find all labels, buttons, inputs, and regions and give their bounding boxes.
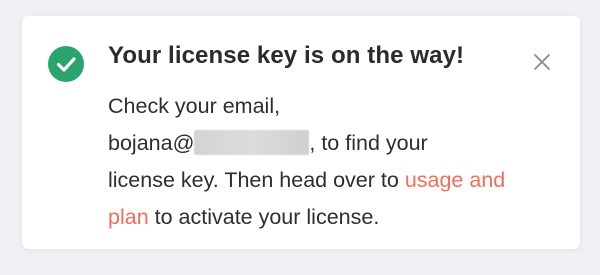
message-after-link: to activate your license. (148, 205, 380, 229)
toast-message: Check your email, bojana@, to find your … (108, 88, 548, 236)
redacted-email (194, 130, 310, 155)
check-circle-icon (48, 46, 84, 82)
email-prefix: bojana@ (108, 131, 195, 155)
close-icon (530, 54, 554, 78)
message-line-3: license key. Then head over to (108, 168, 405, 192)
toast-title: Your license key is on the way! (108, 42, 465, 69)
message-after-email: , to find your (309, 131, 428, 155)
license-key-toast: Your license key is on the way! Check yo… (22, 16, 580, 249)
close-button[interactable] (530, 50, 554, 74)
message-line-1: Check your email, (108, 94, 281, 118)
